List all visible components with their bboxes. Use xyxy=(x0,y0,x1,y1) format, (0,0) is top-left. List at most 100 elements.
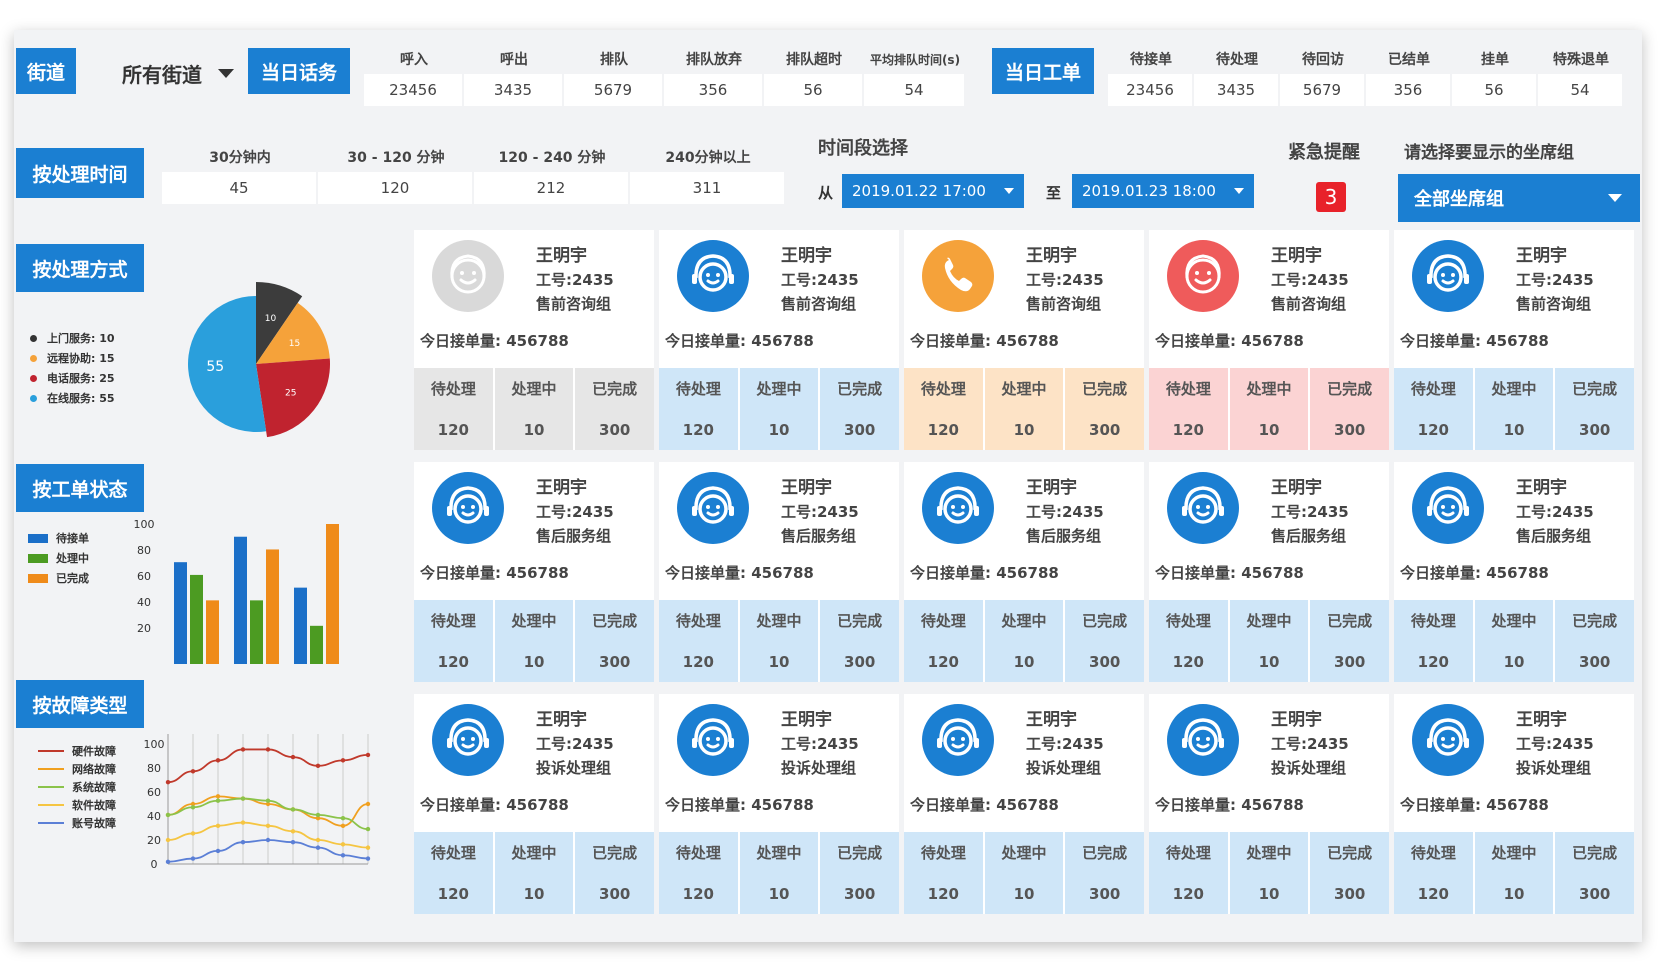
agent-today-count: 今日接单量: 456788 xyxy=(910,796,1059,814)
agent-name: 王明宇 xyxy=(1271,710,1322,730)
stat-value: 23456 xyxy=(364,74,462,106)
agent-info: 王明宇 工号:2435 售前咨询组 xyxy=(1271,244,1349,316)
stat-label: 平均排队时间(s) xyxy=(869,52,961,67)
seat-group-label: 请选择要显示的坐席组 xyxy=(1404,143,1574,163)
agent-name: 王明宇 xyxy=(1516,246,1567,266)
agent-stat-label: 已完成 xyxy=(1082,612,1128,630)
phone-icon xyxy=(922,240,994,312)
agent-stat-value: 10 xyxy=(523,884,545,903)
agent-stat: 处理中 10 xyxy=(1475,832,1556,914)
agent-id: 工号:2435 xyxy=(781,735,859,753)
headset-icon xyxy=(1412,472,1484,544)
stat-value: 3435 xyxy=(464,74,562,106)
agent-card[interactable]: 王明宇 工号:2435 投诉处理组 今日接单量: 456788 待处理 120 处理中 10 已… xyxy=(414,694,654,914)
agent-stat-label: 处理中 xyxy=(511,844,557,862)
stat-label: 特殊退单 xyxy=(1553,52,1609,68)
agent-info: 王明宇 工号:2435 售前咨询组 xyxy=(1516,244,1594,316)
agent-stats: 待处理 120 处理中 10 已完成 300 xyxy=(904,368,1144,450)
time-bar-stats: 30分钟内 45 30 - 120 分钟 120 120 - 240 分钟 212 2… xyxy=(162,142,786,204)
data-point xyxy=(240,747,246,752)
agent-card[interactable]: 王明宇 工号:2435 售后服务组 今日接单量: 456788 待处理 120 处理中 10 已… xyxy=(414,462,654,682)
status-panel: 按工单状态 待接单 处理中 已完成 100 80 60 40 20 xyxy=(14,464,408,686)
from-date-picker[interactable]: 2019.01.22 17:00 xyxy=(842,174,1024,208)
agent-stat-value: 120 xyxy=(437,420,469,439)
y-tick-label: 40 xyxy=(137,596,151,609)
agent-stat-value: 300 xyxy=(599,652,631,671)
agent-id: 工号:2435 xyxy=(781,271,859,289)
agent-stat-value: 10 xyxy=(1258,652,1280,671)
legend-swatch xyxy=(28,553,48,563)
agent-stat-value: 120 xyxy=(682,884,714,903)
y-tick-label: 20 xyxy=(147,834,161,847)
agent-stat-value: 120 xyxy=(682,652,714,671)
street-dropdown[interactable]: 所有街道 xyxy=(100,50,240,96)
stat-value: 356 xyxy=(664,74,762,106)
agent-card[interactable]: 王明宇 工号:2435 售前咨询组 今日接单量: 456788 待处理 120 处理中 10 已… xyxy=(1149,230,1389,450)
time-select-title: 时间段选择 xyxy=(818,138,908,159)
data-point xyxy=(190,769,196,774)
agent-card-header: 王明宇 工号:2435 售后服务组 xyxy=(1149,462,1389,557)
legend-label: 系统故障 xyxy=(72,781,116,794)
agent-group: 售后服务组 xyxy=(536,527,612,545)
status-legend: 待接单 处理中 已完成 xyxy=(28,528,89,588)
agent-stat-value: 300 xyxy=(1089,884,1121,903)
data-point xyxy=(165,837,171,843)
data-point xyxy=(190,856,196,861)
agent-stats: 待处理 120 处理中 10 已完成 300 xyxy=(1394,600,1634,682)
agent-card[interactable]: 王明宇 工号:2435 售后服务组 今日接单量: 456788 待处理 120 处理中 10 已… xyxy=(1394,462,1634,682)
legend-item: 已完成 xyxy=(28,568,89,588)
agent-info: 王明宇 工号:2435 投诉处理组 xyxy=(781,708,859,780)
agent-card[interactable]: 王明宇 工号:2435 投诉处理组 今日接单量: 456788 待处理 120 处理中 10 已… xyxy=(1149,694,1389,914)
stat-value: 56 xyxy=(1452,74,1536,106)
fault-legend: 硬件故障 网络故障 系统故障 软件故障 账号故障 xyxy=(38,742,116,832)
agent-stat: 待处理 120 xyxy=(1149,600,1230,682)
agent-card[interactable]: 王明宇 工号:2435 售后服务组 今日接单量: 456788 待处理 120 处理中 10 已… xyxy=(904,462,1144,682)
agent-stat-value: 300 xyxy=(1334,884,1366,903)
agent-stat-label: 待处理 xyxy=(675,844,721,862)
stat-label: 呼入 xyxy=(400,52,428,68)
agent-card[interactable]: 王明宇 工号:2435 售前咨询组 今日接单量: 456788 待处理 120 处理中 10 已… xyxy=(1394,230,1634,450)
agent-group: 售后服务组 xyxy=(1516,527,1592,545)
agent-name: 王明宇 xyxy=(781,478,832,498)
urgent-panel: 紧急提醒 3 xyxy=(1276,126,1386,240)
agent-stat-label: 处理中 xyxy=(1491,612,1537,630)
agent-stat-value: 120 xyxy=(927,420,959,439)
to-date-picker[interactable]: 2019.01.23 18:00 xyxy=(1072,174,1254,208)
agent-card[interactable]: 王明宇 工号:2435 售前咨询组 今日接单量: 456788 待处理 120 处理中 10 已… xyxy=(414,230,654,450)
agent-stats: 待处理 120 处理中 10 已完成 300 xyxy=(659,832,899,914)
agent-card-header: 王明宇 工号:2435 售前咨询组 xyxy=(659,230,899,325)
agent-card[interactable]: 王明宇 工号:2435 投诉处理组 今日接单量: 456788 待处理 120 处理中 10 已… xyxy=(904,694,1144,914)
agent-group: 投诉处理组 xyxy=(536,759,612,777)
stat-value: 56 xyxy=(764,74,862,106)
urgent-count-badge[interactable]: 3 xyxy=(1316,182,1346,212)
data-point xyxy=(240,796,246,801)
headset-icon xyxy=(922,704,994,776)
seat-group-dropdown[interactable]: 全部坐席组 xyxy=(1398,174,1640,222)
agent-card[interactable]: 王明宇 工号:2435 售后服务组 今日接单量: 456788 待处理 120 处理中 10 已… xyxy=(659,462,899,682)
data-point xyxy=(315,763,321,769)
agent-card-header: 王明宇 工号:2435 售后服务组 xyxy=(414,462,654,557)
agent-info: 王明宇 工号:2435 售后服务组 xyxy=(1271,476,1349,548)
agent-card[interactable]: 王明宇 工号:2435 售前咨询组 今日接单量: 456788 待处理 120 处理中 10 已… xyxy=(659,230,899,450)
pie-slice-label: 15 xyxy=(289,339,300,349)
agent-stat: 处理中 10 xyxy=(740,368,821,450)
agent-stat-label: 已完成 xyxy=(1572,612,1618,630)
agent-stat: 待处理 120 xyxy=(904,600,985,682)
agent-card[interactable]: 王明宇 工号:2435 售后服务组 今日接单量: 456788 待处理 120 处理中 10 已… xyxy=(1149,462,1389,682)
agent-stat-value: 120 xyxy=(927,884,959,903)
agent-stat-label: 待处理 xyxy=(1410,612,1456,630)
agent-stat-label: 处理中 xyxy=(756,380,802,398)
agent-card[interactable]: 王明宇 工号:2435 售前咨询组 今日接单量: 456788 待处理 120 处理中 10 已… xyxy=(904,230,1144,450)
agent-stat-label: 已完成 xyxy=(1327,612,1373,630)
agent-stat-label: 处理中 xyxy=(1001,844,1047,862)
agent-stats: 待处理 120 处理中 10 已完成 300 xyxy=(414,600,654,682)
data-point xyxy=(190,805,196,810)
agent-stat-label: 待处理 xyxy=(675,380,721,398)
agent-stat: 待处理 120 xyxy=(1394,832,1475,914)
y-tick-label: 40 xyxy=(147,810,161,823)
agent-stat-label: 已完成 xyxy=(1327,380,1373,398)
headset-icon xyxy=(677,704,749,776)
time-select-panel: 时间段选择 从 2019.01.22 17:00 至 2019.01.23 18… xyxy=(814,122,1274,242)
agent-card[interactable]: 王明宇 工号:2435 投诉处理组 今日接单量: 456788 待处理 120 处理中 10 已… xyxy=(1394,694,1634,914)
agent-card[interactable]: 王明宇 工号:2435 投诉处理组 今日接单量: 456788 待处理 120 处理中 10 已… xyxy=(659,694,899,914)
